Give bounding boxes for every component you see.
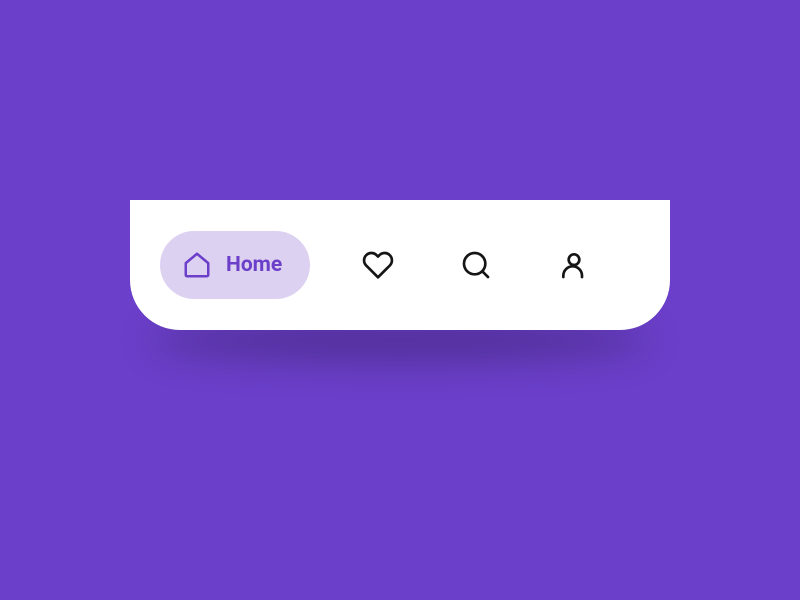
nav-shadow [150,320,650,360]
nav-item-search[interactable] [446,235,506,295]
heart-icon [362,249,394,281]
search-icon [460,249,492,281]
nav-item-home[interactable]: Home [160,231,310,299]
bottom-nav-bar: Home [130,200,670,330]
nav-item-favorites[interactable] [348,235,408,295]
nav-item-label: Home [226,253,282,277]
home-icon [182,250,212,280]
nav-item-profile[interactable] [544,235,604,295]
user-icon [558,249,590,281]
